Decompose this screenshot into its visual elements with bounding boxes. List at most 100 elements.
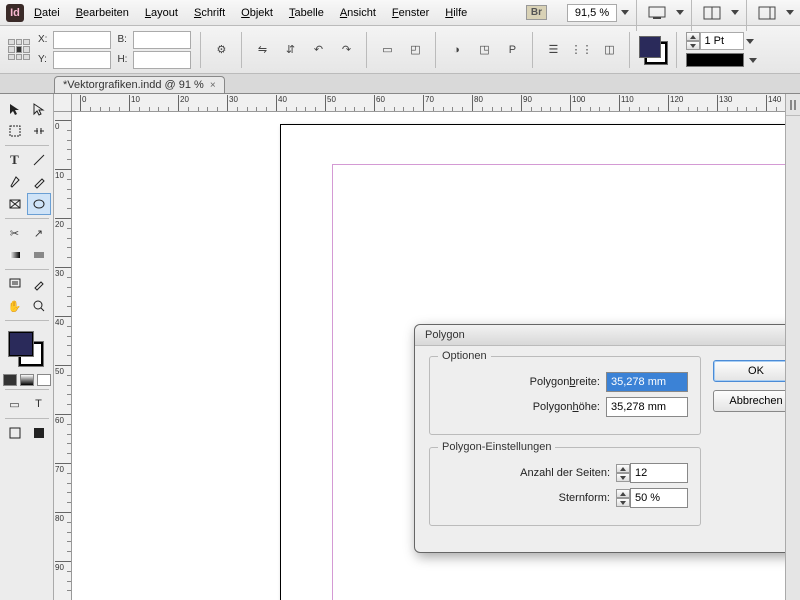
chevron-down-icon[interactable] [621,10,629,15]
constrain-icon[interactable]: ⚙ [210,40,232,60]
zoom-value[interactable]: 91,5 % [567,4,617,22]
fill-stroke-swatch[interactable] [639,36,667,64]
zoom-tool[interactable] [27,295,51,317]
gradient-feather-tool[interactable] [27,244,51,266]
container-format-icon[interactable]: ▭ [3,393,27,415]
pen-tool[interactable] [3,171,27,193]
cancel-button[interactable]: Abbrechen [713,390,785,412]
chevron-down-icon[interactable] [676,10,684,15]
document-tabs: *Vektorgrafiken.indd @ 91 % × [0,74,800,94]
y-input[interactable] [53,51,111,69]
fill-stroke-toolbox[interactable] [7,330,47,370]
stroke-style-preview[interactable] [686,53,744,67]
hand-tool[interactable]: ✋ [3,295,27,317]
ruler-origin[interactable] [54,94,72,112]
menu-fenster[interactable]: Fenster [386,4,435,22]
sides-spinner[interactable] [616,464,630,482]
reference-point[interactable] [6,37,32,63]
distribute-icon[interactable]: ⋮⋮ [570,40,592,60]
preview-view-icon[interactable] [27,422,51,444]
effects-icon[interactable]: ◑ [445,40,467,60]
arrange-icon[interactable] [699,3,725,23]
direct-selection-tool[interactable] [27,98,51,120]
polygon-height-input[interactable]: 35,278 mm [606,397,688,417]
menu-tabelle[interactable]: Tabelle [283,4,330,22]
text-format-icon[interactable]: T [27,393,51,415]
polygon-height-label: Polygonhöhe: [533,401,600,413]
scissors-tool[interactable]: ✂ [3,222,27,244]
page-tool[interactable] [3,120,27,142]
gap-tool[interactable] [27,120,51,142]
chevron-down-icon[interactable] [731,10,739,15]
x-input[interactable] [53,31,111,49]
corner-icon[interactable]: ◳ [473,40,495,60]
type-tool[interactable]: T [3,149,27,171]
menu-bar: Id DDateiatei Bearbeiten Layout Schrift … [0,0,800,26]
star-label: Sternform: [559,492,610,504]
workspace-icon[interactable] [754,3,780,23]
align-icon[interactable]: ☰ [542,40,564,60]
menu-bearbeiten[interactable]: Bearbeiten [70,4,135,22]
panel-dock[interactable] [785,94,800,600]
polygon-width-input[interactable]: 35,278 mm [606,372,688,392]
apply-color-icon[interactable] [3,374,17,386]
menu-layout[interactable]: Layout [139,4,184,22]
close-icon[interactable]: × [210,80,216,91]
menu-hilfe[interactable]: Hilfe [439,4,473,22]
bridge-badge[interactable]: Br [526,5,547,20]
ellipse-tool[interactable] [27,193,51,215]
star-spinner[interactable] [616,489,630,507]
chevron-down-icon[interactable] [786,10,794,15]
normal-view-icon[interactable] [3,422,27,444]
app-icon: Id [6,4,24,22]
w-label: B: [117,34,127,45]
apply-none-icon[interactable] [37,374,51,386]
screen-mode-icon[interactable] [644,3,670,23]
rectangle-frame-tool[interactable] [3,193,27,215]
y-label: Y: [38,54,47,65]
flip-h-icon[interactable]: ⇋ [251,40,273,60]
ruler-horizontal[interactable]: 0102030405060708090100110120130140 [72,94,785,112]
w-input[interactable] [133,31,191,49]
gradient-tool[interactable] [3,244,27,266]
wrap-p-icon[interactable]: P [501,40,523,60]
apply-gradient-icon[interactable] [20,374,34,386]
stroke-weight-spinner[interactable] [686,32,700,50]
canvas[interactable]: 0102030405060708090100110120130140 01020… [54,94,785,600]
dialog-title: Polygon [415,325,785,346]
polygon-width-label: Polygonbreite: [530,376,600,388]
chevron-down-icon[interactable] [746,39,754,44]
tab-title: *Vektorgrafiken.indd @ 91 % [63,79,204,91]
menu-datei[interactable]: DDateiatei [28,4,66,22]
eyedropper-tool[interactable] [27,273,51,295]
pencil-tool[interactable] [27,171,51,193]
flip-v-icon[interactable]: ⇵ [279,40,301,60]
note-tool[interactable] [3,273,27,295]
star-input[interactable]: 50 % [630,488,688,508]
select-container-icon[interactable]: ▭ [376,40,398,60]
polygon-settings-group: Polygon-Einstellungen Anzahl der Seiten:… [429,447,701,526]
menu-ansicht[interactable]: Ansicht [334,4,382,22]
line-tool[interactable] [27,149,51,171]
toolbox: T ✂ ↗ ✋ [0,94,54,600]
menu-schrift[interactable]: Schrift [188,4,231,22]
menu-objekt[interactable]: Objekt [235,4,279,22]
stroke-weight-input[interactable]: 1 Pt [700,32,744,50]
sides-input[interactable]: 12 [630,463,688,483]
options-legend: Optionen [438,350,491,362]
chevron-down-icon[interactable] [749,58,757,63]
h-input[interactable] [133,51,191,69]
zoom-level[interactable]: 91,5 % [567,4,629,22]
ruler-vertical[interactable]: 0102030405060708090100110120 [54,112,72,600]
options-group: Optionen Polygonbreite: 35,278 mm Polygo… [429,356,701,435]
pathfinder-icon[interactable]: ◫ [598,40,620,60]
transform-tool[interactable]: ↗ [27,222,51,244]
document-tab[interactable]: *Vektorgrafiken.indd @ 91 % × [54,76,225,93]
polygon-dialog: Polygon Optionen Polygonbreite: 35,278 m… [414,324,785,553]
workspace: T ✂ ↗ ✋ [0,94,800,600]
rotate-cw-icon[interactable]: ↷ [335,40,357,60]
select-content-icon[interactable]: ◰ [404,40,426,60]
rotate-ccw-icon[interactable]: ↶ [307,40,329,60]
ok-button[interactable]: OK [713,360,785,382]
selection-tool[interactable] [3,98,27,120]
